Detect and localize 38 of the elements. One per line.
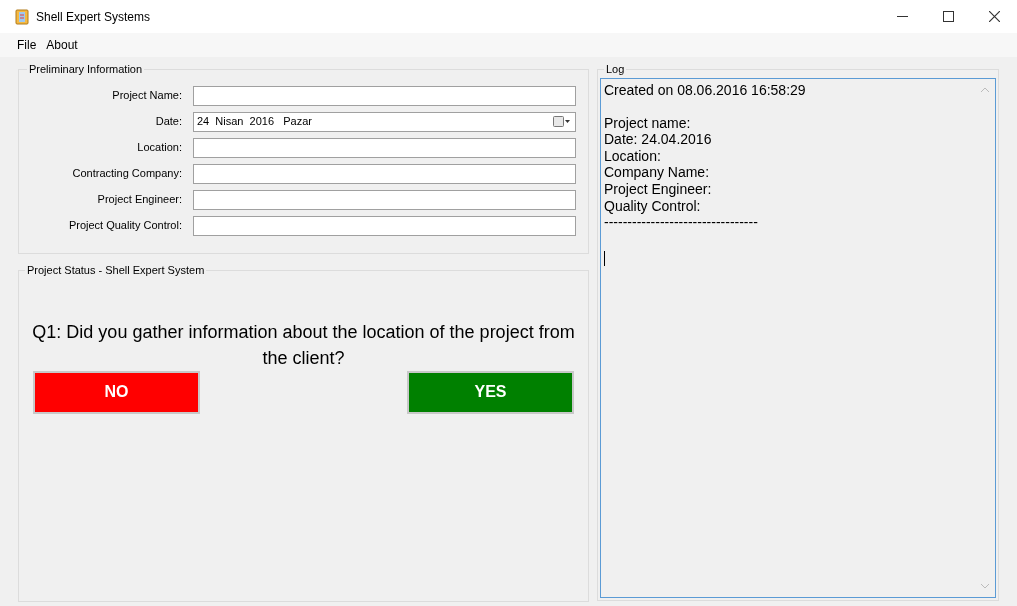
scroll-down-icon bbox=[981, 584, 989, 589]
minimize-icon bbox=[896, 15, 908, 18]
app-icon bbox=[15, 8, 29, 25]
log-line: Quality Control: bbox=[604, 197, 701, 215]
field-label: Location: bbox=[136, 140, 183, 156]
question-text: Q1: Did you gather information about the location of the project from the client? bbox=[31, 320, 576, 370]
field-label: Project Quality Control: bbox=[67, 218, 183, 234]
log-line: Date: 24.04.2016 bbox=[604, 131, 712, 148]
calendar-dropdown-icon bbox=[553, 116, 571, 127]
log-line: --------------------------------- bbox=[604, 214, 758, 231]
field-label: Date: bbox=[154, 114, 183, 130]
menu-item[interactable]: File bbox=[14, 36, 40, 54]
text-cursor bbox=[604, 250, 605, 266]
date-picker[interactable]: 24 Nisan 2016 Pazar bbox=[193, 111, 576, 132]
answer-button[interactable]: YES bbox=[407, 370, 574, 414]
group-title: Log bbox=[605, 62, 626, 77]
field-label: Contracting Company: bbox=[71, 166, 183, 182]
field-label: Project Name: bbox=[111, 88, 183, 104]
field-label: Project Engineer: bbox=[96, 192, 183, 208]
input-field[interactable] bbox=[193, 85, 576, 106]
answer-button[interactable]: NO bbox=[33, 370, 200, 414]
input-field[interactable] bbox=[193, 189, 576, 210]
maximize-icon bbox=[942, 11, 954, 22]
close-icon bbox=[988, 11, 1000, 22]
input-field[interactable] bbox=[193, 215, 576, 236]
log-line: Company Name: bbox=[604, 164, 710, 182]
scroll-up-icon bbox=[981, 86, 989, 92]
window-title: Shell Expert Systems bbox=[36, 8, 151, 26]
log-line: Project Engineer: bbox=[604, 181, 712, 198]
group-title: Project Status - Shell Expert System bbox=[26, 263, 206, 278]
menu-item[interactable]: About bbox=[43, 36, 81, 54]
log-line: Created on 08.06.2016 16:58:29 bbox=[604, 81, 806, 99]
log-line: Project name: bbox=[604, 114, 691, 132]
input-field[interactable] bbox=[193, 137, 576, 158]
group-title: Preliminary Information bbox=[28, 62, 144, 77]
input-field[interactable] bbox=[193, 163, 576, 184]
log-text-area[interactable]: Created on 08.06.2016 16:58:29 Project name: Date: 24.04.2016 Location: Company Name: Project Engineer: Quality Control: --------------------------------- bbox=[600, 77, 996, 598]
log-line: Location: bbox=[604, 147, 661, 165]
